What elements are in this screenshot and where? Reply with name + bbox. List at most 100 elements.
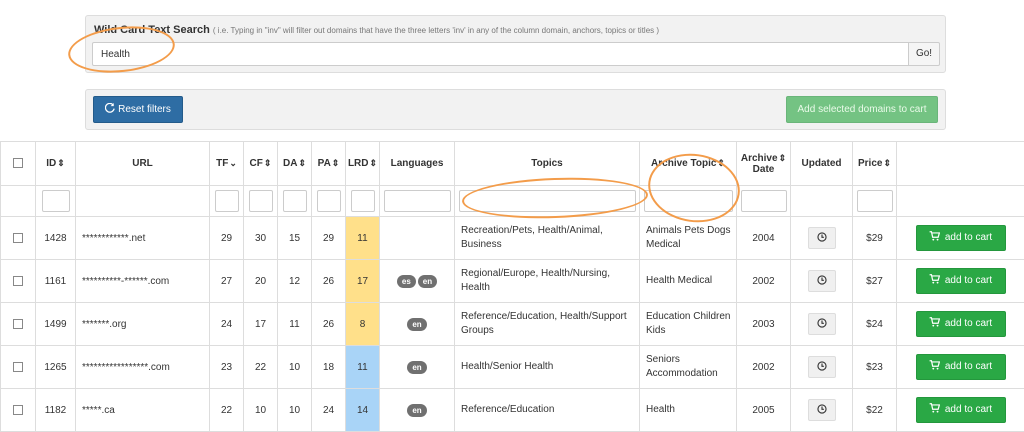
- cell-price: $24: [853, 303, 897, 346]
- select-all-cell: [1, 142, 36, 186]
- add-to-cart-label: add to cart: [945, 318, 992, 329]
- language-badge: en: [407, 404, 426, 417]
- cell-lrd: 11: [346, 346, 380, 389]
- cell-cf: 22: [244, 346, 278, 389]
- col-price[interactable]: Price⇕: [853, 142, 897, 186]
- cart-icon: [929, 360, 940, 370]
- updated-button[interactable]: [808, 356, 836, 378]
- cell-languages: en: [380, 303, 455, 346]
- languages-filter[interactable]: [384, 190, 451, 212]
- cell-url: *******.org: [76, 303, 210, 346]
- archive-date-filter[interactable]: [741, 190, 787, 212]
- cell-da: 10: [278, 346, 312, 389]
- add-to-cart-button[interactable]: add to cart: [916, 397, 1006, 423]
- row-checkbox[interactable]: [13, 319, 23, 329]
- filter-panel: Reset filters Add selected domains to ca…: [85, 89, 946, 130]
- clock-icon: [817, 361, 827, 371]
- cell-archive-topic: Health Medical: [640, 260, 737, 303]
- col-tf[interactable]: TF⌄: [210, 142, 244, 186]
- cell-cf: 17: [244, 303, 278, 346]
- col-cf[interactable]: CF⇕: [244, 142, 278, 186]
- cell-url: ************.net: [76, 217, 210, 260]
- col-da[interactable]: DA⇕: [278, 142, 312, 186]
- add-to-cart-label: add to cart: [945, 275, 992, 286]
- cell-languages: esen: [380, 260, 455, 303]
- price-filter[interactable]: [857, 190, 893, 212]
- cell-archive-date: 2004: [737, 217, 791, 260]
- add-to-cart-button[interactable]: add to cart: [916, 354, 1006, 380]
- updated-button[interactable]: [808, 270, 836, 292]
- col-lrd[interactable]: LRD⇕: [346, 142, 380, 186]
- cell-topics: Reference/Education: [455, 389, 640, 432]
- cell-pa: 29: [312, 217, 346, 260]
- domains-table: ID⇕ URL TF⌄ CF⇕ DA⇕ PA⇕ LRD⇕ Languages T…: [0, 141, 1024, 432]
- id-filter[interactable]: [42, 190, 70, 212]
- sort-icon: ⇕: [332, 158, 340, 168]
- language-badge: es: [397, 275, 416, 288]
- cell-url: *****.ca: [76, 389, 210, 432]
- cart-icon: [929, 231, 940, 241]
- cf-filter[interactable]: [249, 190, 273, 212]
- cell-url: *****************.com: [76, 346, 210, 389]
- row-checkbox[interactable]: [13, 362, 23, 372]
- cell-url: **********-******.com: [76, 260, 210, 303]
- cell-topics: Regional/Europe, Health/Nursing, Health: [455, 260, 640, 303]
- cell-languages: [380, 217, 455, 260]
- go-button[interactable]: Go!: [908, 42, 940, 66]
- pa-filter[interactable]: [317, 190, 341, 212]
- row-checkbox[interactable]: [13, 233, 23, 243]
- sort-icon: ⇕: [264, 158, 272, 168]
- updated-button[interactable]: [808, 399, 836, 421]
- lrd-filter[interactable]: [351, 190, 375, 212]
- add-to-cart-label: add to cart: [945, 404, 992, 415]
- select-all-checkbox[interactable]: [13, 158, 23, 168]
- cell-languages: en: [380, 389, 455, 432]
- tf-filter[interactable]: [215, 190, 239, 212]
- sort-icon: ⇕: [57, 158, 65, 168]
- cell-topics: Health/Senior Health: [455, 346, 640, 389]
- add-to-cart-button[interactable]: add to cart: [916, 225, 1006, 251]
- cell-pa: 26: [312, 260, 346, 303]
- cell-lrd: 17: [346, 260, 380, 303]
- sort-icon: ⇕: [717, 158, 725, 168]
- cell-pa: 24: [312, 389, 346, 432]
- table-row: 1499*******.org241711268enReference/Educ…: [1, 303, 1024, 346]
- col-id[interactable]: ID⇕: [36, 142, 76, 186]
- search-input[interactable]: [92, 42, 909, 66]
- cell-id: 1161: [36, 260, 76, 303]
- table-header-row: ID⇕ URL TF⌄ CF⇕ DA⇕ PA⇕ LRD⇕ Languages T…: [1, 142, 1024, 186]
- cell-archive-topic: Animals Pets Dogs Medical: [640, 217, 737, 260]
- col-url[interactable]: URL: [76, 142, 210, 186]
- cell-archive-date: 2002: [737, 260, 791, 303]
- add-selected-to-cart-button[interactable]: Add selected domains to cart: [786, 96, 938, 123]
- sort-desc-icon: ⌄: [229, 158, 237, 168]
- sort-icon: ⇕: [779, 153, 787, 163]
- table-row: 1161**********-******.com2720122617esenR…: [1, 260, 1024, 303]
- col-archive-date[interactable]: Archive⇕Date: [737, 142, 791, 186]
- col-actions: [897, 142, 1024, 186]
- add-to-cart-button[interactable]: add to cart: [916, 268, 1006, 294]
- reset-filters-button[interactable]: Reset filters: [93, 96, 183, 123]
- clock-icon: [817, 232, 827, 242]
- row-checkbox[interactable]: [13, 276, 23, 286]
- cell-languages: en: [380, 346, 455, 389]
- col-languages: Languages: [380, 142, 455, 186]
- updated-button[interactable]: [808, 313, 836, 335]
- archive-topic-filter[interactable]: [644, 190, 733, 212]
- add-to-cart-button[interactable]: add to cart: [916, 311, 1006, 337]
- cell-price: $22: [853, 389, 897, 432]
- row-checkbox[interactable]: [13, 405, 23, 415]
- col-pa[interactable]: PA⇕: [312, 142, 346, 186]
- filter-row: [1, 186, 1024, 217]
- cell-archive-date: 2005: [737, 389, 791, 432]
- reset-filters-label: Reset filters: [118, 104, 171, 115]
- topics-filter[interactable]: [459, 190, 636, 212]
- col-updated: Updated: [791, 142, 853, 186]
- language-badge: en: [418, 275, 437, 288]
- cell-topics: Reference/Education, Health/Support Grou…: [455, 303, 640, 346]
- da-filter[interactable]: [283, 190, 307, 212]
- updated-button[interactable]: [808, 227, 836, 249]
- cell-cf: 10: [244, 389, 278, 432]
- cell-tf: 22: [210, 389, 244, 432]
- col-archive-topic[interactable]: Archive Topic⇕: [640, 142, 737, 186]
